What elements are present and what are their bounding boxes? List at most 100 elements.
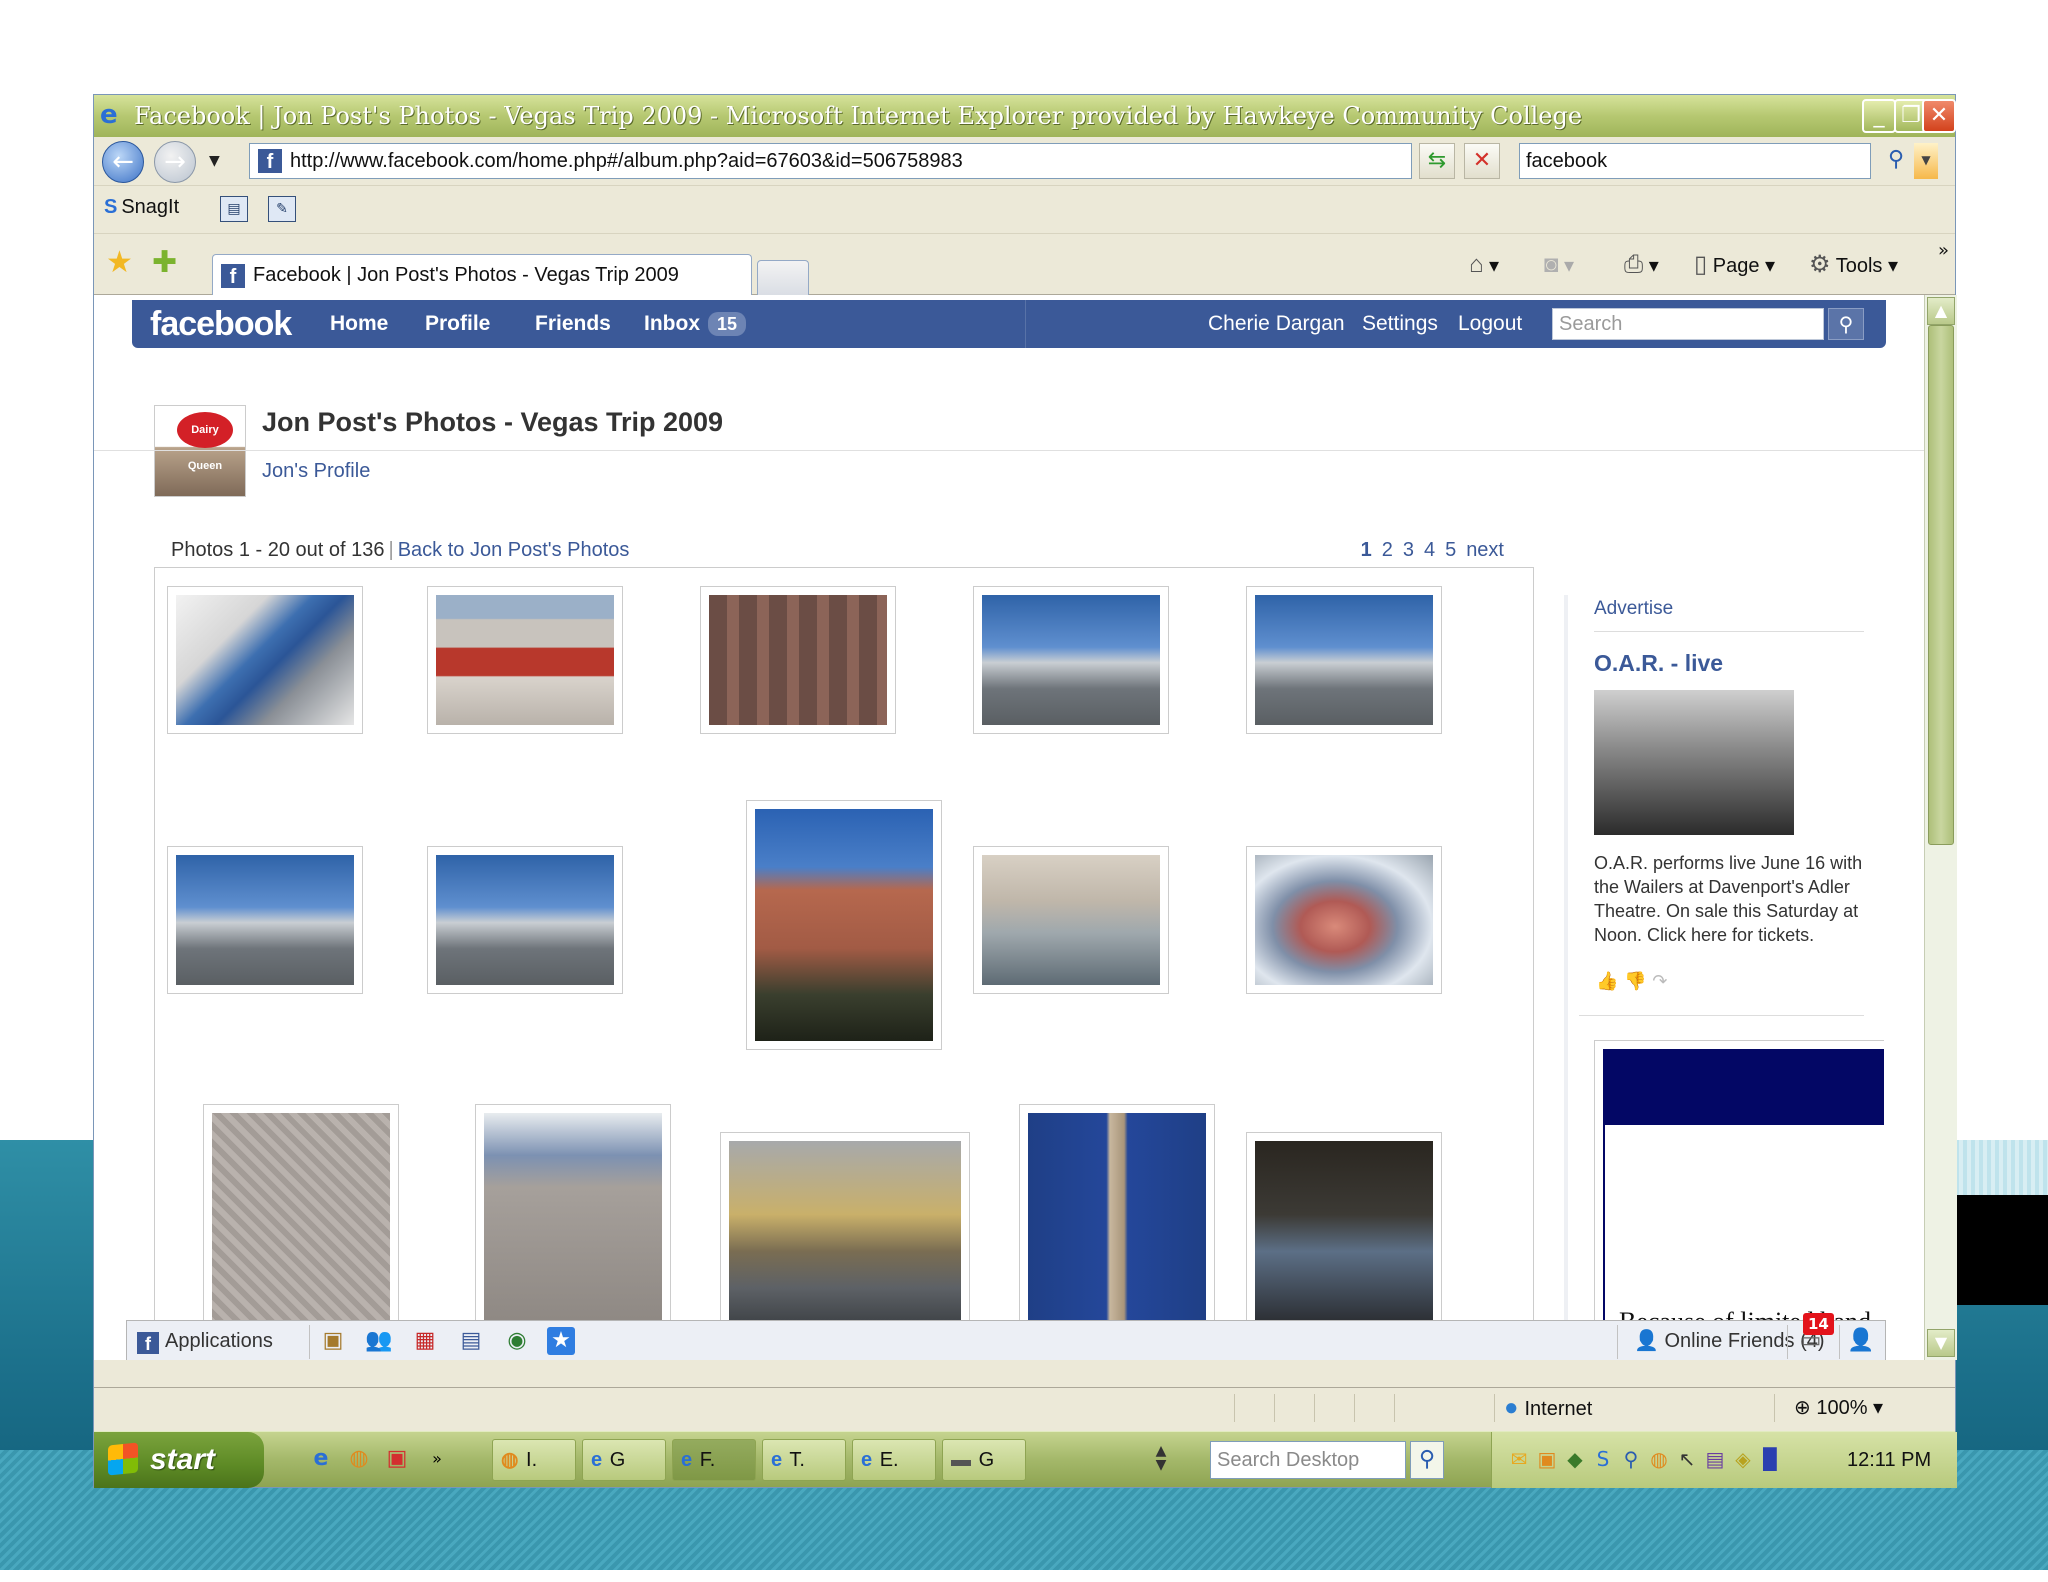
taskbar-item[interactable]: e T. <box>762 1439 846 1481</box>
page-5[interactable]: 5 <box>1445 539 1456 561</box>
facebook-search-input[interactable]: Search <box>1552 308 1824 340</box>
close-button[interactable]: ✕ <box>1922 99 1956 133</box>
refresh-icon[interactable]: ⇆ <box>1419 143 1455 179</box>
snagit-options-icon[interactable]: ✎ <box>268 196 296 222</box>
photo-thumb[interactable] <box>700 586 896 734</box>
new-tab-button[interactable] <box>757 260 809 296</box>
tools-tray-icon[interactable]: ◈ <box>1730 1446 1756 1472</box>
v3-tray-icon[interactable]: ▣ <box>1534 1446 1560 1472</box>
back-to-photos-link[interactable]: Back to Jon Post's Photos <box>398 539 630 561</box>
ad-title-link[interactable]: O.A.R. - live <box>1594 650 1723 677</box>
photo-thumb[interactable] <box>167 846 363 994</box>
taskbar-item[interactable]: ▬ G <box>942 1439 1026 1481</box>
cursor-tray-icon[interactable]: ↖ <box>1674 1446 1700 1472</box>
zoom-level[interactable]: ⊕ 100% ▾ <box>1794 1388 1883 1428</box>
settings-link[interactable]: Settings <box>1362 300 1438 348</box>
nav-inbox[interactable]: Inbox 15 <box>644 300 747 348</box>
facebook-search-icon[interactable]: ⚲ <box>1828 308 1864 340</box>
desktop-search-input[interactable]: Search Desktop <box>1210 1441 1406 1479</box>
bookmark-star-icon[interactable]: ★ <box>547 1327 575 1355</box>
nav-profile[interactable]: Profile <box>425 300 490 348</box>
taskbar-item[interactable]: e E. <box>852 1439 936 1481</box>
photo-thumb[interactable] <box>1246 846 1442 994</box>
chart-tray-icon[interactable]: ▤ <box>1702 1446 1728 1472</box>
forward-button[interactable]: → <box>154 141 196 183</box>
stop-icon[interactable]: ✕ <box>1464 143 1500 179</box>
minimize-button[interactable]: _ <box>1862 99 1896 133</box>
taskbar-item[interactable]: e G <box>582 1439 666 1481</box>
live-search-input[interactable]: facebook <box>1519 143 1871 179</box>
profile-picture[interactable]: Dairy Queen <box>154 405 246 497</box>
photo-thumb[interactable] <box>973 586 1169 734</box>
tools-menu[interactable]: ⚙ Tools ▾ <box>1809 250 1898 281</box>
online-friends-button[interactable]: 👤 Online Friends (4) <box>1634 1321 1825 1360</box>
photo-thumb[interactable] <box>203 1104 399 1334</box>
print-button[interactable]: ⎙ ▾ <box>1624 250 1659 281</box>
scroll-up-icon[interactable]: ▲ <box>1927 297 1955 325</box>
notes-app-icon[interactable]: ▤ <box>457 1327 485 1355</box>
scroll-thumb[interactable] <box>1928 325 1954 845</box>
photo-thumb[interactable] <box>167 586 363 734</box>
photo-thumb[interactable] <box>1019 1104 1215 1334</box>
thumbs-up-icon[interactable]: 👍 <box>1596 971 1618 992</box>
monitor-tray-icon[interactable]: ▉ <box>1758 1446 1784 1472</box>
snagit-button[interactable]: S SnagIt <box>104 196 179 219</box>
taskbar-item-active[interactable]: e F. <box>672 1439 756 1481</box>
photo-thumb[interactable] <box>746 800 942 1050</box>
snagit-window-icon[interactable]: ▤ <box>220 196 248 222</box>
nav-friends[interactable]: Friends <box>535 300 611 348</box>
scroll-down-icon[interactable]: ▼ <box>1927 1329 1955 1357</box>
page-3[interactable]: 3 <box>1403 539 1414 561</box>
applications-button[interactable]: f Applications <box>137 1321 273 1360</box>
ad-banner[interactable]: Because of limited band <box>1594 1040 1884 1360</box>
firefox-tray-icon[interactable]: ◍ <box>1646 1446 1672 1472</box>
thumbs-down-icon[interactable]: 👎 <box>1624 971 1646 992</box>
back-button[interactable]: ← <box>102 141 144 183</box>
chat-status-icon[interactable]: 👤 <box>1847 1327 1875 1355</box>
page-4[interactable]: 4 <box>1424 539 1435 561</box>
taskbar-scroll-icon[interactable]: ▲ ▼ <box>1146 1444 1176 1474</box>
share-icon[interactable]: ↷ <box>1652 971 1667 992</box>
search-icon[interactable]: ⚲ <box>1882 143 1910 179</box>
next-page-link[interactable]: next <box>1466 539 1504 561</box>
desktop-search-icon[interactable]: ⚲ <box>1410 1441 1444 1479</box>
photo-thumb[interactable] <box>1246 586 1442 734</box>
firefox-quicklaunch-icon[interactable]: ◍ <box>344 1444 374 1474</box>
page-menu[interactable]: ▯ Page ▾ <box>1694 250 1775 281</box>
user-name-link[interactable]: Cherie Dargan <box>1208 300 1345 348</box>
photo-thumb[interactable] <box>973 846 1169 994</box>
ie-quicklaunch-icon[interactable]: e <box>306 1444 336 1474</box>
security-zone[interactable]: ● Internet <box>1504 1388 1592 1429</box>
advertise-link[interactable]: Advertise <box>1594 598 1673 620</box>
ad-band-photo[interactable] <box>1594 690 1794 835</box>
network-tray-icon[interactable]: ◆ <box>1562 1446 1588 1472</box>
profile-link[interactable]: Jon's Profile <box>262 460 370 483</box>
photo-thumb[interactable] <box>427 586 623 734</box>
page-1[interactable]: 1 <box>1361 539 1372 561</box>
snagit-tray-icon[interactable]: S <box>1590 1446 1616 1472</box>
photo-thumb[interactable] <box>475 1104 671 1334</box>
quicklaunch-more-icon[interactable]: » <box>422 1444 452 1474</box>
search-tray-icon[interactable]: ⚲ <box>1618 1446 1644 1472</box>
taskbar-item[interactable]: ◍ I. <box>492 1439 576 1481</box>
favorites-star-icon[interactable]: ★ <box>106 246 133 280</box>
address-input[interactable]: f http://www.facebook.com/home.php#/albu… <box>249 143 1564 179</box>
photo-thumb[interactable] <box>427 846 623 994</box>
photos-app-icon[interactable]: ▣ <box>319 1327 347 1355</box>
tab-facebook[interactable]: f Facebook | Jon Post's Photos - Vegas T… <box>212 254 752 296</box>
office-quicklaunch-icon[interactable]: ▣ <box>382 1444 412 1474</box>
window-titlebar[interactable]: e Facebook | Jon Post's Photos - Vegas T… <box>94 95 1956 137</box>
photo-thumb[interactable] <box>720 1132 970 1334</box>
search-options-icon[interactable]: ▼ <box>1914 143 1938 179</box>
photo-thumb[interactable] <box>1246 1132 1442 1334</box>
links-app-icon[interactable]: ◉ <box>503 1327 531 1355</box>
mail-tray-icon[interactable]: ✉ <box>1506 1446 1532 1472</box>
events-app-icon[interactable]: ▦ <box>411 1327 439 1355</box>
more-commands-icon[interactable]: » <box>1938 240 1949 261</box>
home-button[interactable]: ⌂ ▾ <box>1469 250 1499 281</box>
facebook-logo[interactable]: facebook <box>150 302 292 346</box>
nav-home[interactable]: Home <box>330 300 388 348</box>
page-2[interactable]: 2 <box>1382 539 1393 561</box>
feeds-button[interactable]: ◙ ▾ <box>1544 250 1574 281</box>
add-favorites-icon[interactable]: ✚ <box>152 246 177 280</box>
